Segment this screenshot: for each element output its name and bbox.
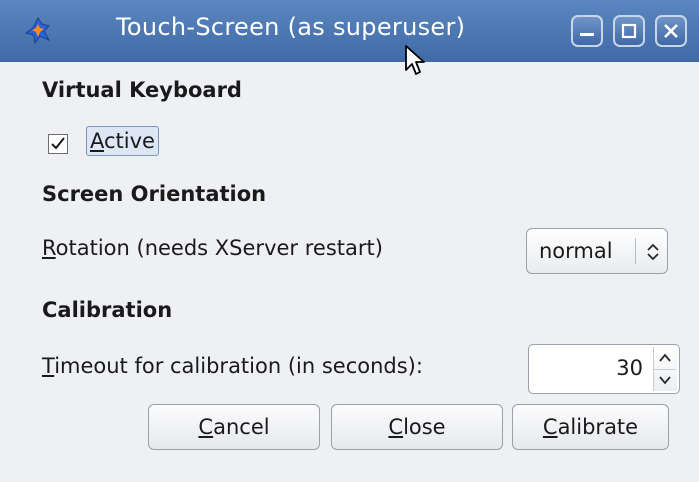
active-mnemonic: A	[90, 129, 104, 153]
spin-up-button[interactable]	[654, 347, 676, 369]
mouse-pointer-icon	[405, 45, 425, 75]
rotation-label-text: otation (needs XServer restart)	[55, 236, 383, 260]
rotation-mnemonic: R	[42, 236, 56, 260]
title-bar[interactable]: Touch-Screen (as superuser)	[0, 0, 699, 62]
close-window-button[interactable]	[655, 15, 687, 47]
active-checkbox[interactable]	[48, 134, 68, 154]
cancel-label: ancel	[213, 415, 270, 439]
close-label: lose	[403, 415, 446, 439]
rotation-select-value: normal	[539, 239, 613, 263]
touch-screen-app-icon[interactable]	[22, 16, 54, 46]
timeout-label: Timeout for calibration (in seconds):	[42, 354, 423, 378]
timeout-mnemonic: T	[42, 354, 55, 378]
maximize-button[interactable]	[613, 15, 645, 47]
timeout-value[interactable]: 30	[616, 356, 643, 380]
timeout-spinbox[interactable]: 30	[528, 344, 680, 394]
dialog-content: Virtual Keyboard Active Screen Orientati…	[0, 62, 699, 482]
rotation-select[interactable]: normal	[526, 228, 668, 274]
chevron-down-icon	[659, 376, 671, 385]
calibrate-label: alibrate	[557, 415, 639, 439]
timeout-label-text: imeout for calibration (in seconds):	[54, 354, 423, 378]
combo-separator	[635, 238, 636, 264]
close-icon	[664, 24, 678, 38]
chevron-up-icon	[659, 353, 671, 362]
cancel-button[interactable]: Cancel	[148, 404, 320, 450]
window-title: Touch-Screen (as superuser)	[116, 13, 466, 41]
active-label-text: ctive	[104, 129, 155, 153]
active-checkbox-label[interactable]: Active	[86, 126, 159, 156]
virtual-keyboard-heading: Virtual Keyboard	[42, 78, 242, 102]
calibrate-mnemonic: C	[542, 415, 558, 439]
minimize-icon	[580, 33, 594, 36]
cancel-mnemonic: C	[198, 415, 214, 439]
calibration-heading: Calibration	[42, 298, 173, 322]
rotation-label: Rotation (needs XServer restart)	[42, 236, 383, 260]
close-mnemonic: C	[388, 415, 404, 439]
calibrate-button[interactable]: Calibrate	[512, 404, 669, 450]
screen-orientation-heading: Screen Orientation	[42, 182, 267, 206]
spin-down-button[interactable]	[654, 369, 676, 392]
close-button[interactable]: Close	[331, 404, 503, 450]
updown-chevron-icon	[647, 243, 659, 261]
maximize-icon	[621, 23, 637, 39]
checkmark-icon	[51, 137, 65, 150]
minimize-button[interactable]	[571, 15, 603, 47]
touch-screen-dialog: Touch-Screen (as superuser) Virtual Keyb…	[0, 0, 699, 482]
spin-arrows	[653, 347, 677, 391]
